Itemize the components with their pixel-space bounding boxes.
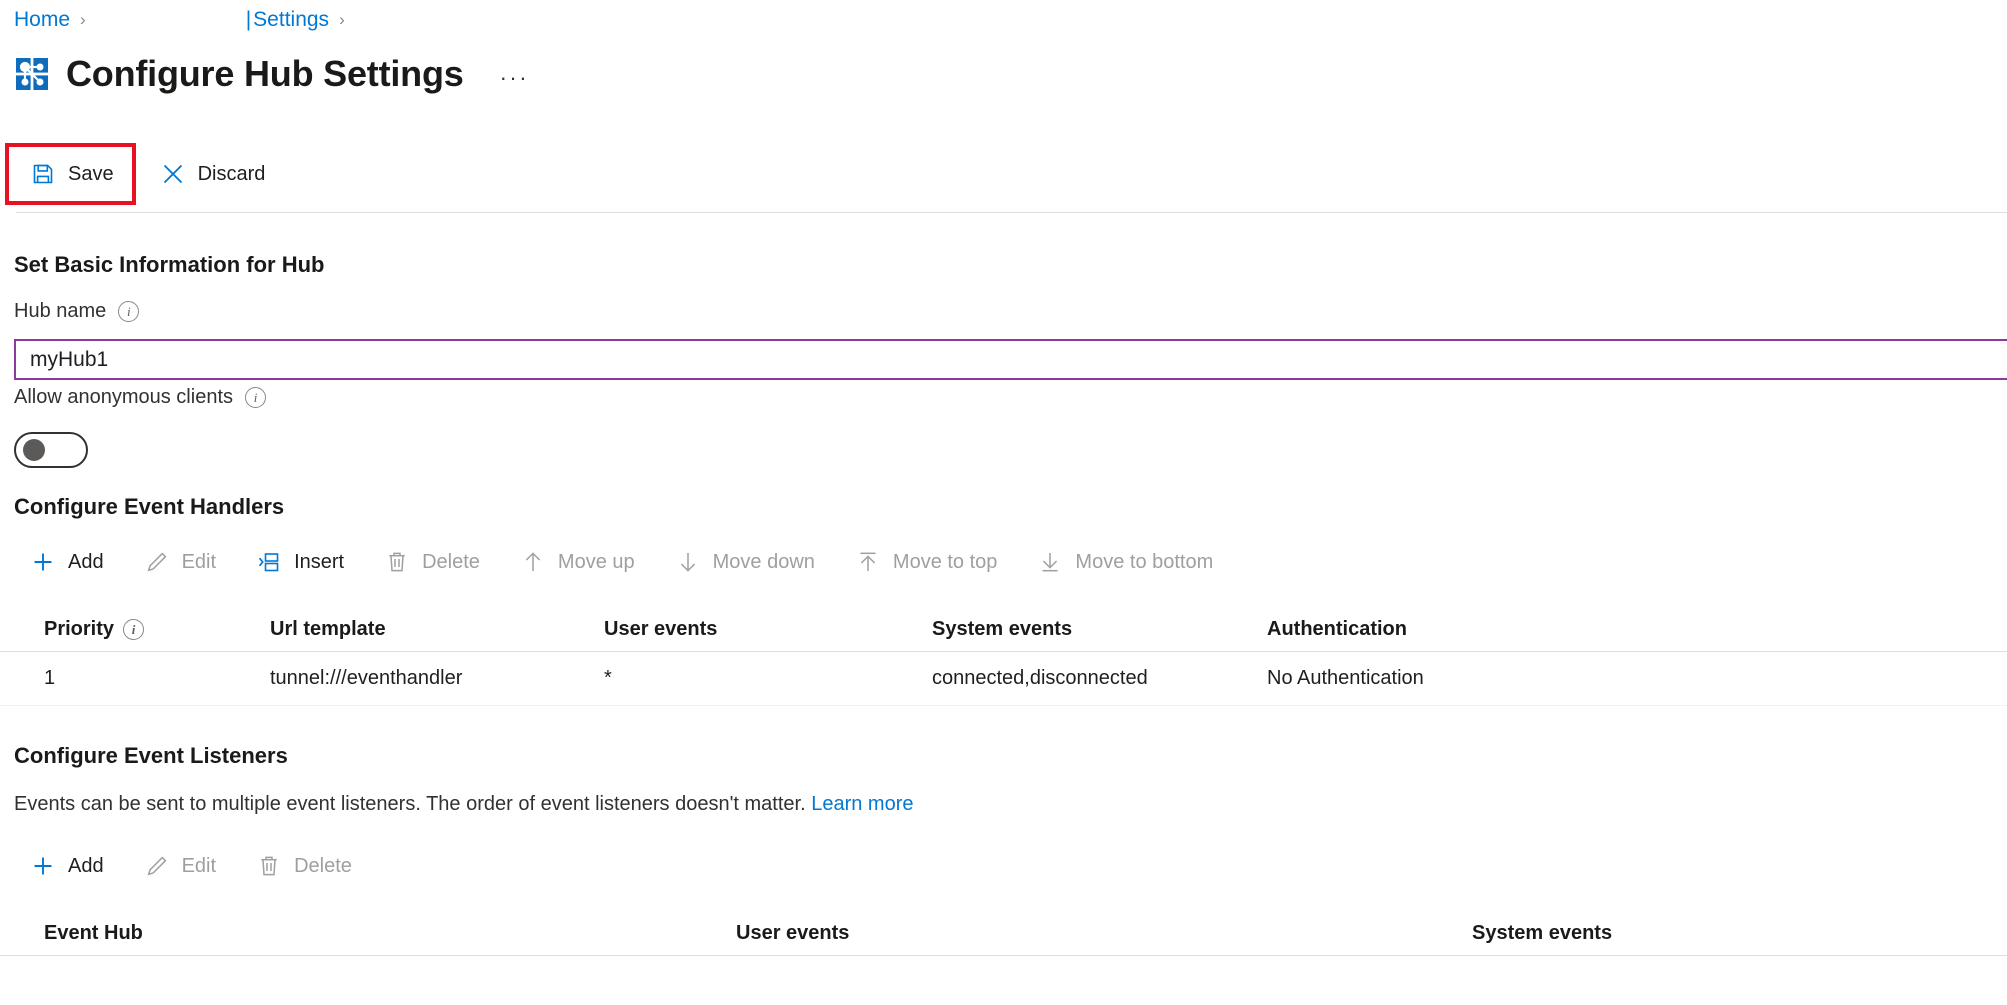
allow-anonymous-toggle[interactable] — [14, 432, 88, 468]
cell-url-template: tunnel:///eventhandler — [270, 667, 604, 690]
listeners-add-label: Add — [68, 855, 104, 878]
event-handlers-table-header: Priority i Url template User events Syst… — [0, 608, 2007, 652]
pencil-icon — [144, 853, 170, 879]
cell-user-events: * — [604, 667, 932, 690]
hub-name-label: Hub name — [14, 300, 106, 323]
listeners-edit-label: Edit — [182, 855, 216, 878]
page-header: Configure Hub Settings ··· — [14, 46, 535, 102]
allow-anonymous-label-row: Allow anonymous clients i — [14, 386, 266, 409]
column-header-system-events[interactable]: System events — [932, 618, 1267, 641]
event-listeners-heading: Configure Event Listeners — [14, 743, 288, 769]
handlers-add-label: Add — [68, 551, 104, 574]
save-button[interactable]: Save — [18, 151, 126, 197]
discard-button[interactable]: Discard — [148, 151, 278, 197]
cell-system-events: connected,disconnected — [932, 667, 1267, 690]
trash-icon — [256, 853, 282, 879]
page-title: Configure Hub Settings — [66, 53, 464, 95]
event-handlers-heading: Configure Event Handlers — [14, 494, 284, 520]
listeners-add-button[interactable]: Add — [18, 843, 116, 889]
toggle-thumb — [23, 439, 45, 461]
web-pubsub-icon — [14, 56, 50, 92]
command-bar-divider — [16, 212, 2007, 213]
handlers-move-down-label: Move down — [713, 551, 815, 574]
hub-name-label-row: Hub name i — [14, 300, 139, 323]
pencil-icon — [144, 549, 170, 575]
event-listeners-description: Events can be sent to multiple event lis… — [14, 793, 914, 816]
plus-icon — [30, 853, 56, 879]
info-icon[interactable]: i — [245, 387, 266, 408]
arrow-to-top-icon — [855, 549, 881, 575]
azure-portal-blade: Home › | Settings › Configure Hub Settin… — [0, 0, 2007, 1005]
handlers-edit-button[interactable]: Edit — [132, 539, 228, 585]
breadcrumb: Home › | Settings › — [14, 5, 355, 35]
breadcrumb-settings[interactable]: Settings — [253, 5, 329, 35]
event-listeners-table: Event Hub User events System events — [0, 912, 2007, 956]
blade-command-bar: Save Discard — [0, 143, 2007, 205]
cell-priority: 1 — [0, 667, 270, 690]
column-header-user-events[interactable]: User events — [604, 618, 932, 641]
insert-icon — [256, 549, 282, 575]
handlers-add-button[interactable]: Add — [18, 539, 116, 585]
discard-button-label: Discard — [198, 163, 266, 186]
breadcrumb-home[interactable]: Home — [14, 5, 70, 35]
cell-authentication: No Authentication — [1267, 667, 1687, 690]
allow-anonymous-label: Allow anonymous clients — [14, 386, 233, 409]
info-icon[interactable]: i — [123, 619, 144, 640]
handlers-insert-label: Insert — [294, 551, 344, 574]
handlers-delete-label: Delete — [422, 551, 480, 574]
arrow-to-bottom-icon — [1037, 549, 1063, 575]
event-listeners-description-text: Events can be sent to multiple event lis… — [14, 793, 811, 815]
handlers-move-to-bottom-label: Move to bottom — [1075, 551, 1213, 574]
column-header-authentication[interactable]: Authentication — [1267, 618, 1687, 641]
event-handlers-command-bar: Add Edit Insert — [0, 534, 2007, 590]
handlers-move-up-label: Move up — [558, 551, 635, 574]
column-header-priority-label: Priority — [44, 618, 114, 641]
save-disk-icon — [30, 161, 56, 187]
event-listeners-table-header: Event Hub User events System events — [0, 912, 2007, 956]
listeners-edit-button[interactable]: Edit — [132, 843, 228, 889]
event-handlers-table: Priority i Url template User events Syst… — [0, 608, 2007, 706]
column-header-priority[interactable]: Priority i — [0, 618, 270, 641]
listeners-delete-button[interactable]: Delete — [244, 843, 364, 889]
info-icon[interactable]: i — [118, 301, 139, 322]
handlers-insert-button[interactable]: Insert — [244, 539, 356, 585]
column-header-listener-system-events[interactable]: System events — [1472, 922, 1972, 945]
event-listeners-command-bar: Add Edit Delete — [0, 838, 2007, 894]
arrow-up-icon — [520, 549, 546, 575]
plus-icon — [30, 549, 56, 575]
handlers-edit-label: Edit — [182, 551, 216, 574]
table-row[interactable]: 1 tunnel:///eventhandler * connected,dis… — [0, 652, 2007, 706]
hub-name-input[interactable] — [14, 339, 2007, 380]
close-x-icon — [160, 161, 186, 187]
trash-icon — [384, 549, 410, 575]
column-header-listener-user-events[interactable]: User events — [736, 922, 1472, 945]
handlers-move-to-bottom-button[interactable]: Move to bottom — [1025, 539, 1225, 585]
handlers-move-up-button[interactable]: Move up — [508, 539, 647, 585]
handlers-move-down-button[interactable]: Move down — [663, 539, 827, 585]
arrow-down-icon — [675, 549, 701, 575]
breadcrumb-chevron-icon: › — [80, 5, 86, 35]
save-button-label: Save — [68, 163, 114, 186]
breadcrumb-chevron-icon-2: › — [339, 5, 345, 35]
column-header-event-hub[interactable]: Event Hub — [0, 922, 736, 945]
more-options-icon[interactable]: ··· — [494, 67, 535, 89]
listeners-delete-label: Delete — [294, 855, 352, 878]
handlers-delete-button[interactable]: Delete — [372, 539, 492, 585]
handlers-move-to-top-button[interactable]: Move to top — [843, 539, 1010, 585]
handlers-move-to-top-label: Move to top — [893, 551, 998, 574]
breadcrumb-pipe: | — [246, 5, 251, 35]
basic-info-heading: Set Basic Information for Hub — [14, 252, 324, 278]
column-header-url-template[interactable]: Url template — [270, 618, 604, 641]
learn-more-link[interactable]: Learn more — [811, 793, 913, 815]
